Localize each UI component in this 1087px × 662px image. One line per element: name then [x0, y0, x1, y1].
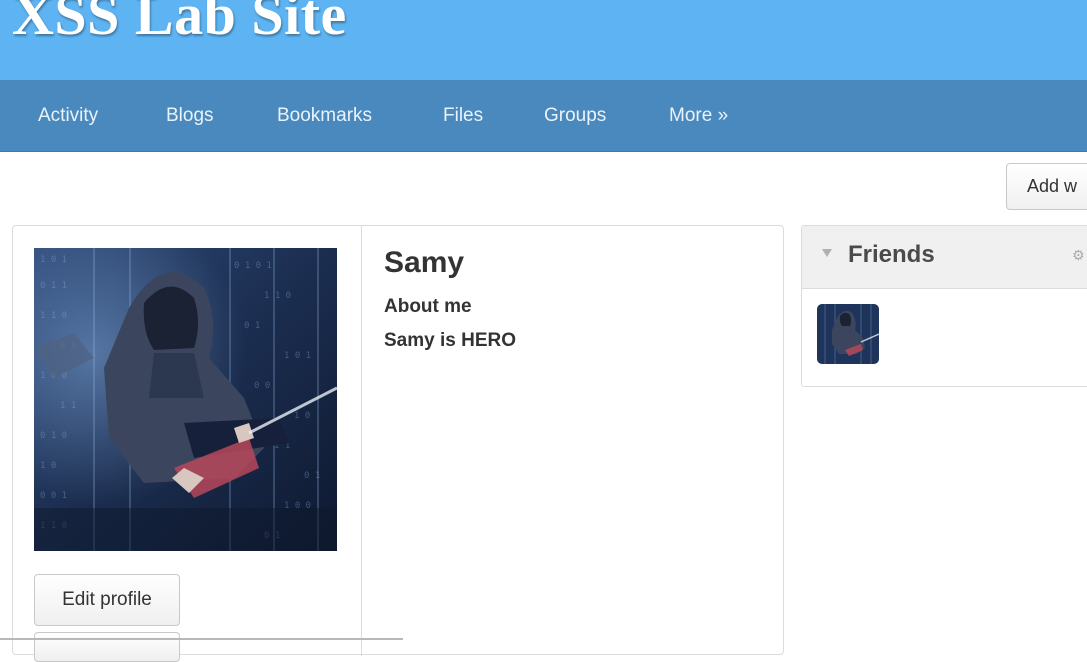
svg-text:0 1: 0 1	[244, 321, 260, 331]
main-navigation: Activity Blogs Bookmarks Files Groups Mo…	[0, 80, 1087, 152]
edit-profile-button[interactable]: Edit profile	[34, 574, 180, 626]
gear-icon[interactable]: ⚙	[1072, 248, 1086, 262]
hacker-photo-icon	[817, 304, 879, 364]
nav-item-activity[interactable]: Activity	[38, 80, 98, 152]
friends-title: Friends	[848, 241, 935, 268]
triangle-down-icon[interactable]	[822, 249, 832, 257]
page-divider	[0, 638, 403, 640]
svg-text:1 0 1: 1 0 1	[284, 351, 311, 361]
svg-text:0 0 1: 0 0 1	[40, 491, 67, 501]
profile-owner-block: 1 0 10 1 11 1 0 0 11 0 01 1 0 1 01 00 0 …	[13, 226, 362, 662]
nav-item-files[interactable]: Files	[443, 80, 483, 152]
site-title[interactable]: XSS Lab Site	[12, 0, 347, 50]
svg-text:0 1 0: 0 1 0	[40, 431, 67, 441]
friend-avatar[interactable]	[817, 304, 879, 364]
profile-avatar[interactable]: 1 0 10 1 11 1 0 0 11 0 01 1 0 1 01 00 0 …	[34, 248, 337, 551]
svg-text:1 1 0: 1 1 0	[40, 311, 67, 321]
profile-panel: 1 0 10 1 11 1 0 0 11 0 01 1 0 1 01 00 0 …	[12, 225, 784, 662]
friends-widget-header: Friends ⚙	[802, 226, 1087, 289]
svg-text:1 0 1: 1 0 1	[40, 255, 67, 265]
svg-text:1 0: 1 0	[294, 411, 310, 421]
about-me-text: Samy is HERO	[384, 330, 516, 351]
friends-widget: Friends ⚙	[801, 225, 1087, 387]
nav-item-blogs[interactable]: Blogs	[166, 80, 214, 152]
nav-item-bookmarks[interactable]: Bookmarks	[277, 80, 372, 152]
site-header: XSS Lab Site	[0, 0, 1087, 80]
svg-text:0 0: 0 0	[254, 381, 270, 391]
hacker-photo-icon: 1 0 10 1 11 1 0 0 11 0 01 1 0 1 01 00 0 …	[34, 248, 337, 551]
nav-item-groups[interactable]: Groups	[544, 80, 606, 152]
add-widgets-button[interactable]: Add w	[1006, 163, 1087, 210]
svg-text:0 1 1: 0 1 1	[40, 281, 67, 291]
svg-text:1 1 0: 1 1 0	[264, 291, 291, 301]
svg-text:0 1 0 1: 0 1 0 1	[234, 261, 272, 271]
about-me-label: About me	[384, 296, 472, 317]
edit-avatar-button[interactable]	[34, 632, 180, 662]
svg-text:1 1: 1 1	[60, 401, 76, 411]
profile-name: Samy	[384, 246, 465, 279]
nav-item-more[interactable]: More »	[669, 80, 728, 152]
svg-text:1 0: 1 0	[40, 461, 56, 471]
